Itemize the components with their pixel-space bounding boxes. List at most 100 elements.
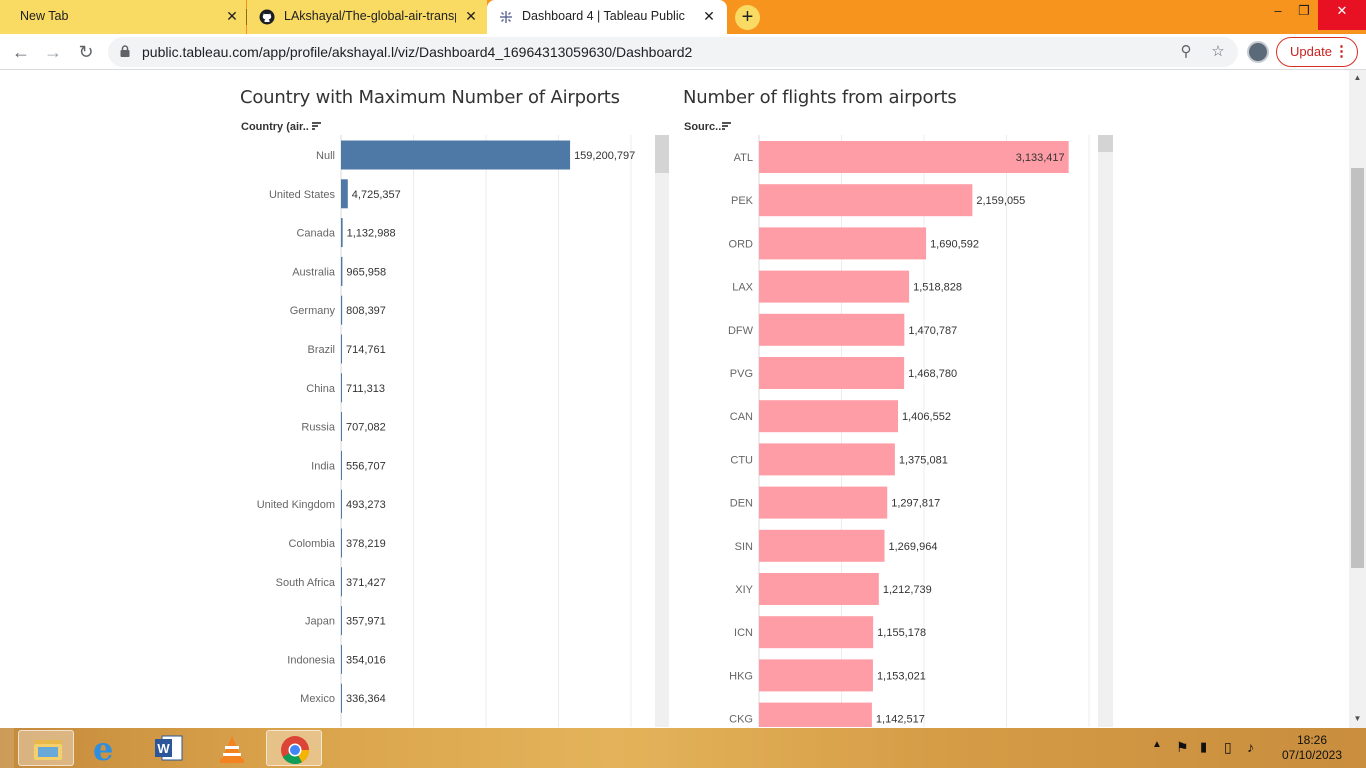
github-icon xyxy=(259,9,275,25)
close-icon[interactable]: ✕ xyxy=(701,8,717,24)
bar[interactable] xyxy=(341,179,348,209)
window-close-button[interactable]: ✕ xyxy=(1318,0,1366,30)
bar[interactable] xyxy=(341,489,342,519)
right-chart-title: Number of flights from airports xyxy=(683,87,957,108)
word-taskbar-button[interactable]: W xyxy=(142,730,198,766)
bar[interactable] xyxy=(759,702,872,727)
data-label: 2,159,055 xyxy=(976,195,1025,207)
tab-tableau[interactable]: Dashboard 4 | Tableau Public ✕ xyxy=(487,0,727,34)
bar[interactable] xyxy=(759,659,873,692)
data-label: 714,761 xyxy=(346,344,386,356)
data-label: 1,470,787 xyxy=(908,325,957,337)
action-center-icon[interactable]: ⚑ xyxy=(1176,739,1189,779)
bar[interactable] xyxy=(759,573,879,605)
right-chart-scrollbar[interactable] xyxy=(1098,135,1113,727)
back-icon[interactable]: ← xyxy=(9,40,33,64)
bar[interactable] xyxy=(341,140,571,170)
new-tab-button[interactable]: + xyxy=(735,5,760,30)
tab-title: LAkshayal/The-global-air-transpo xyxy=(284,9,456,23)
network-icon[interactable]: ▮ xyxy=(1200,739,1207,779)
svg-text:W: W xyxy=(157,741,170,756)
data-label: 354,016 xyxy=(346,654,386,666)
data-label: 357,971 xyxy=(346,616,386,628)
bar[interactable] xyxy=(759,184,973,217)
update-button[interactable]: Update ⋮ xyxy=(1276,37,1358,67)
data-label: 711,313 xyxy=(346,383,385,395)
bar[interactable] xyxy=(341,256,343,286)
bar[interactable] xyxy=(341,334,343,364)
internet-explorer-taskbar-button[interactable]: e xyxy=(80,730,136,768)
battery-icon[interactable]: ▯ xyxy=(1224,739,1232,779)
close-icon[interactable]: ✕ xyxy=(224,8,240,24)
zoom-icon[interactable]: ⚲ xyxy=(1176,42,1196,62)
sort-icon[interactable] xyxy=(312,122,321,130)
bar[interactable] xyxy=(759,486,888,519)
browser-tabstrip: New Tab ✕ LAkshayal/The-global-air-trans… xyxy=(0,0,1366,34)
chrome-taskbar-button[interactable] xyxy=(266,730,322,766)
left-chart-scrollbar[interactable] xyxy=(655,135,669,727)
bar[interactable] xyxy=(759,313,905,346)
data-label: 1,153,021 xyxy=(877,670,926,682)
tab-github[interactable]: LAkshayal/The-global-air-transpo ✕ xyxy=(247,0,487,34)
bookmark-star-icon[interactable]: ☆ xyxy=(1208,42,1228,62)
bar[interactable] xyxy=(759,400,899,433)
bar[interactable] xyxy=(341,450,342,480)
bar[interactable] xyxy=(341,567,342,597)
taskbar-clock[interactable]: 18:26 07/10/2023 xyxy=(1280,733,1344,763)
category-label: CAN xyxy=(730,411,753,423)
forward-icon[interactable]: → xyxy=(41,40,65,64)
left-chart-title: Country with Maximum Number of Airports xyxy=(240,87,620,108)
data-label: 371,427 xyxy=(346,577,386,589)
category-label: PVG xyxy=(730,368,753,380)
tray-expand-icon[interactable]: ▲ xyxy=(1152,739,1162,779)
address-bar[interactable]: public.tableau.com/app/profile/akshayal.… xyxy=(108,37,1238,67)
data-label: 378,219 xyxy=(346,538,386,550)
scrollbar-thumb[interactable] xyxy=(655,135,669,173)
bar[interactable] xyxy=(341,644,342,674)
clock-date: 07/10/2023 xyxy=(1281,748,1343,762)
bar[interactable] xyxy=(341,528,342,558)
category-label: DEN xyxy=(730,498,753,510)
category-label: ORD xyxy=(729,238,754,250)
profile-avatar[interactable] xyxy=(1247,41,1269,63)
scroll-up-icon[interactable]: ▲ xyxy=(1349,73,1366,82)
bar[interactable] xyxy=(759,270,910,303)
bar[interactable] xyxy=(341,606,342,636)
vlc-taskbar-button[interactable] xyxy=(204,730,260,766)
page-scrollbar[interactable]: ▲ ▼ xyxy=(1349,70,1366,728)
reload-icon[interactable]: ↻ xyxy=(74,40,98,64)
vlc-icon xyxy=(220,736,244,763)
scrollbar-thumb[interactable] xyxy=(1098,135,1113,152)
scroll-down-icon[interactable]: ▼ xyxy=(1349,714,1366,723)
file-explorer-taskbar-button[interactable] xyxy=(18,730,74,766)
bar[interactable] xyxy=(341,683,342,713)
sort-icon[interactable] xyxy=(722,122,731,130)
scrollbar-thumb[interactable] xyxy=(1351,168,1364,568)
bar[interactable] xyxy=(341,295,343,325)
data-label: 1,132,988 xyxy=(347,228,396,240)
left-field-header[interactable]: Country (air.. xyxy=(241,121,309,133)
bar[interactable] xyxy=(759,443,895,476)
category-label: South Africa xyxy=(276,577,336,589)
data-label: 4,725,357 xyxy=(352,189,401,201)
start-button[interactable] xyxy=(0,728,14,768)
tab-new-tab[interactable]: New Tab ✕ xyxy=(0,0,246,34)
close-icon[interactable]: ✕ xyxy=(463,8,479,24)
bar[interactable] xyxy=(759,227,927,260)
word-icon: W xyxy=(155,735,183,761)
data-label: 556,707 xyxy=(346,460,386,472)
bar[interactable] xyxy=(341,218,343,248)
bar[interactable] xyxy=(759,616,874,649)
category-label: LAX xyxy=(732,282,753,294)
data-label: 808,397 xyxy=(346,305,386,317)
internet-explorer-icon: e xyxy=(93,730,114,768)
bar[interactable] xyxy=(759,529,885,562)
data-label: 1,142,517 xyxy=(876,714,925,726)
right-field-header[interactable]: Sourc.. xyxy=(684,121,721,133)
category-label: Australia xyxy=(292,266,336,278)
folder-icon xyxy=(34,740,62,760)
bar[interactable] xyxy=(759,357,905,389)
bar[interactable] xyxy=(341,412,343,442)
volume-icon[interactable]: ♪ xyxy=(1247,739,1254,779)
bar[interactable] xyxy=(341,373,343,403)
